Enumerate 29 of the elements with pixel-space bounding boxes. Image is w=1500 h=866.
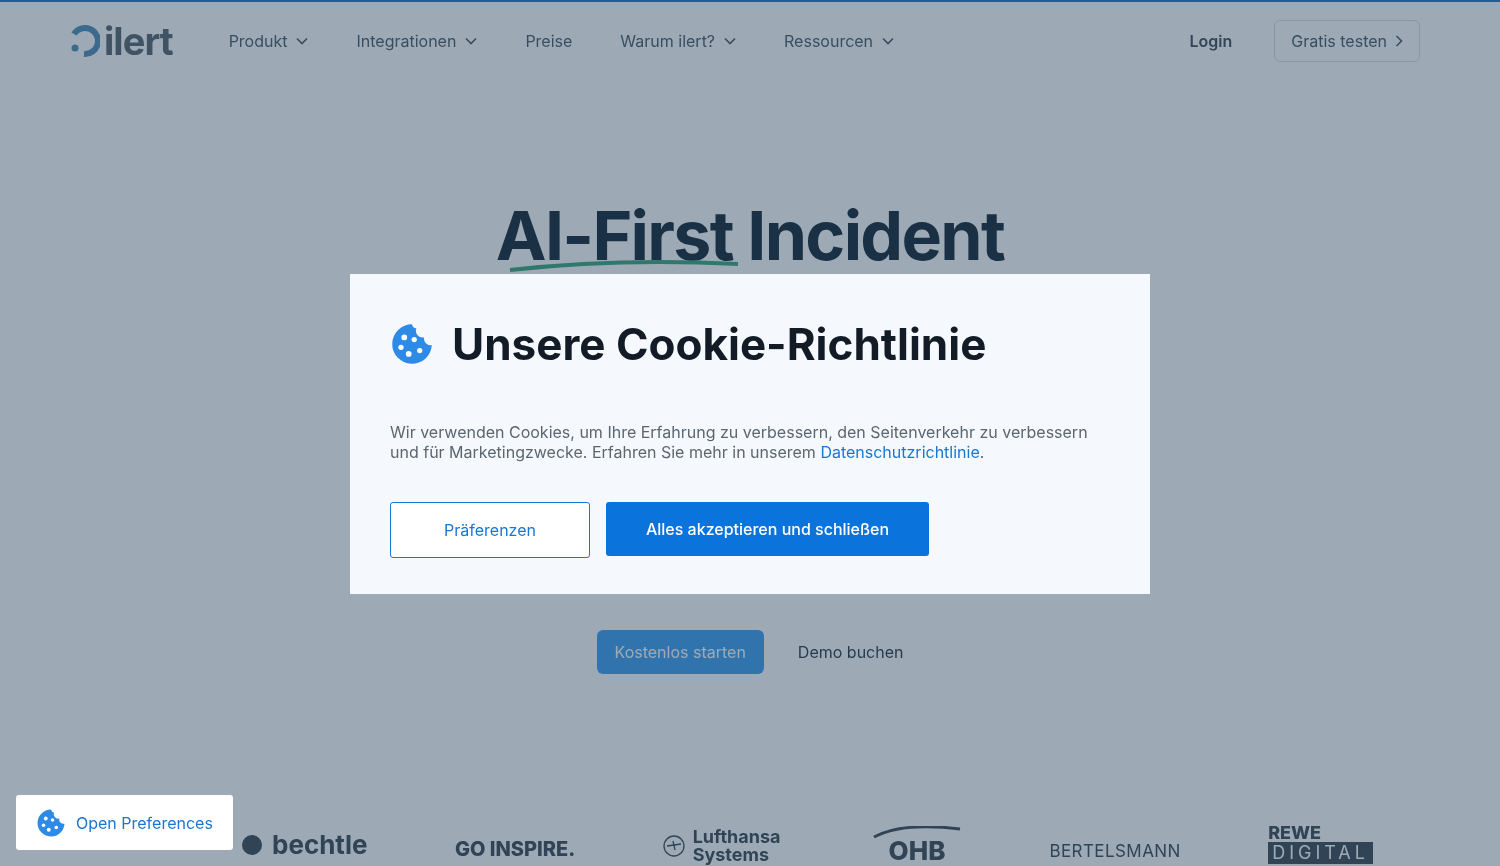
nav-link[interactable]: Warum ilert?	[620, 29, 737, 53]
client-logo-text: BERTELSMANN	[1049, 839, 1181, 863]
privacy-link[interactable]: Datenschutzrichtlinie	[820, 442, 980, 462]
client-logo-text: Lufthansa Systems	[692, 828, 782, 864]
gratis-testen-button[interactable]: Gratis testen	[1274, 20, 1420, 62]
hero-headline: AI-First Incident	[495, 198, 1005, 273]
logo-circle-icon	[240, 832, 264, 857]
login-link[interactable]: Login	[1189, 29, 1233, 53]
praeferenzen-button[interactable]: Präferenzen	[390, 502, 590, 558]
client-logo-text: GO INSPIRE.	[454, 836, 576, 863]
dialog-text: Wir verwenden Cookies, um Ihre Erfahrung zu verbessern, den Seitenverkehr zu verbessern und für Marketingzwecke. Erfahren Sie mehr in unserem Datenschutzrichtlinie.	[390, 422, 1089, 462]
nav-link[interactable]: Preise	[525, 29, 573, 53]
open-preferences-button[interactable]: Open Preferences	[16, 795, 233, 850]
accept-all-button[interactable]: Alles akzeptieren und schließen	[606, 502, 929, 556]
dialog-title: Unsere Cookie-Richtlinie	[452, 322, 987, 366]
cookie-icon	[390, 322, 434, 366]
nav-link[interactable]: Integrationen	[356, 29, 478, 53]
logo-text: ilert	[104, 22, 173, 60]
client-logo-text: REWE	[1268, 823, 1323, 842]
swoosh-icon	[872, 826, 962, 838]
cookie-icon	[36, 807, 66, 838]
demo-buchen-button[interactable]: Demo buchen	[797, 639, 904, 664]
kostenlos-starten-button[interactable]: Kostenlos starten	[596, 629, 764, 674]
client-logo-text: bechtle	[272, 828, 368, 862]
nav-link[interactable]: Produkt	[228, 29, 309, 53]
client-logo-text: OHB	[888, 838, 946, 864]
client-logo-text: DIGITAL	[1268, 841, 1373, 864]
nav-link[interactable]: Ressourcen	[784, 29, 895, 53]
chevron-right-icon	[1395, 35, 1403, 47]
